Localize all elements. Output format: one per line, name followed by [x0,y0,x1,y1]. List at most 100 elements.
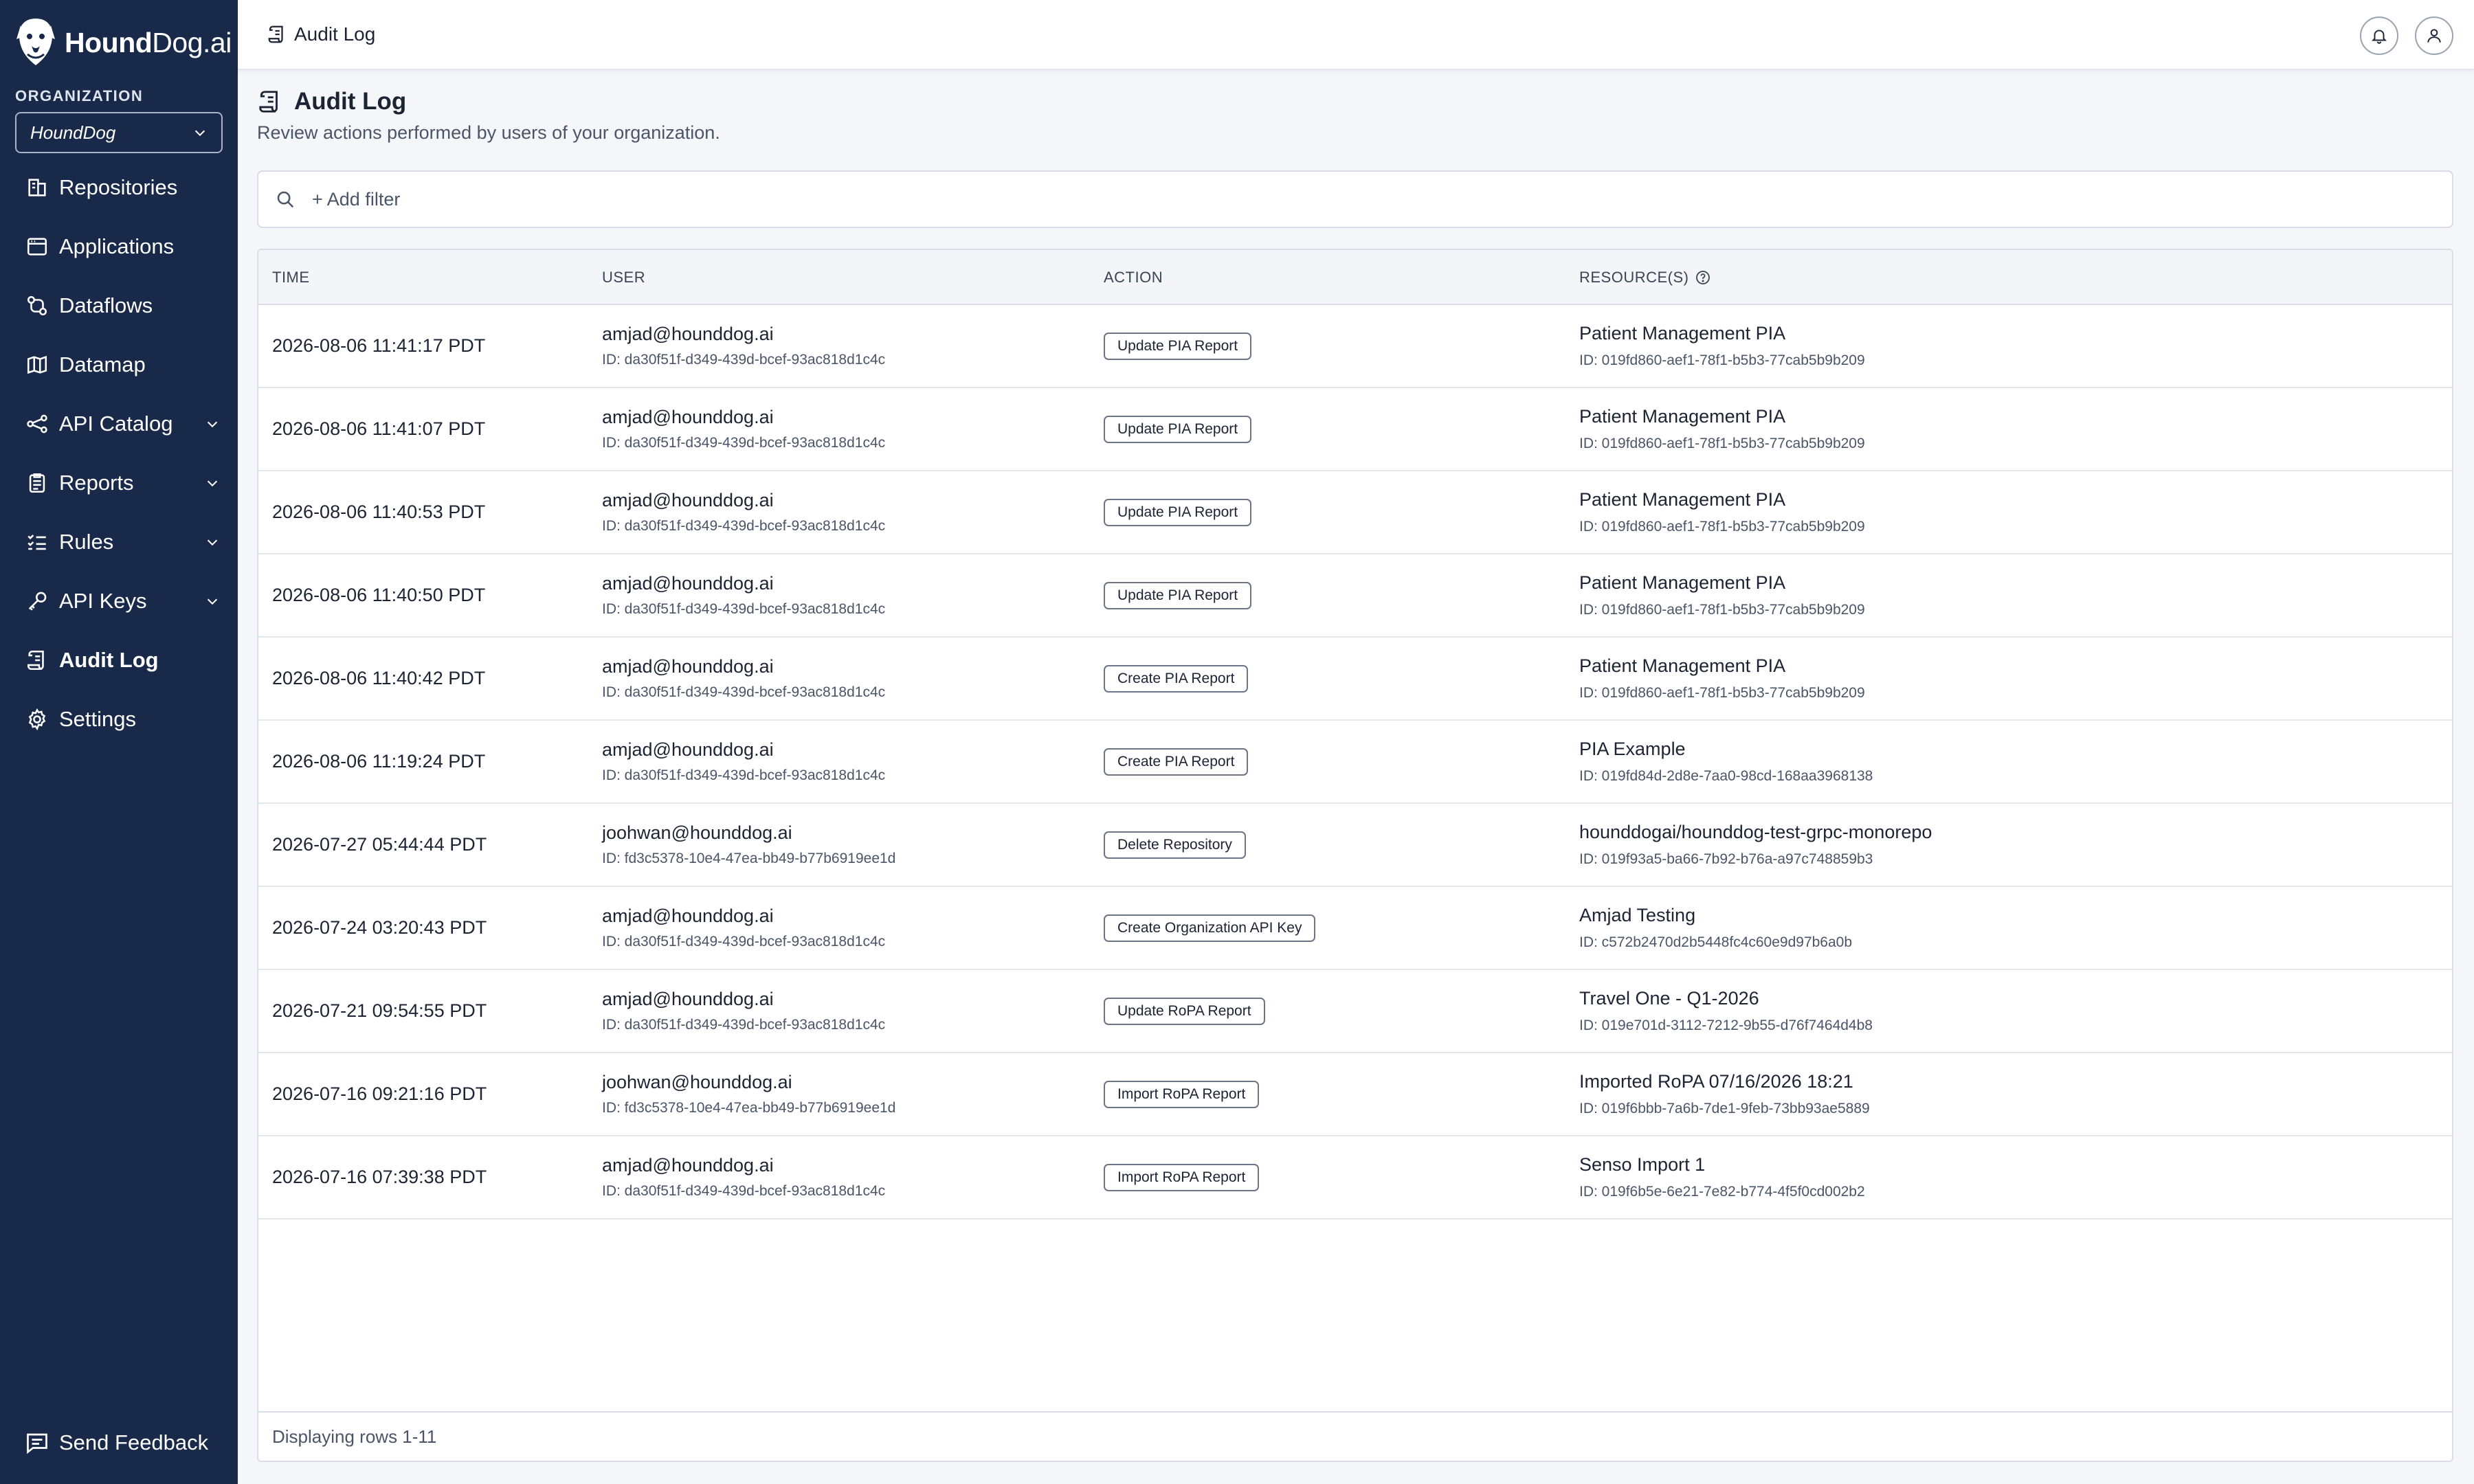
resource-id: ID: c572b2470d2b5448fc4c60e9d97b6a0b [1579,934,1853,950]
dataflow-icon [27,295,47,316]
table-row[interactable]: 2026-07-16 07:39:38 PDT amjad@hounddog.a… [258,1136,2452,1219]
user-email: amjad@hounddog.ai [602,490,774,510]
row-time: 2026-07-16 09:21:16 PDT [272,1083,487,1104]
user-id: ID: da30f51f-d349-439d-bcef-93ac818d1c4c [602,1183,886,1199]
row-user: joohwan@hounddog.ai ID: fd3c5378-10e4-47e… [602,804,895,886]
window-icon [27,238,47,256]
row-resource: Imported RoPA 07/16/2026 18:21 ID: 019f6b… [1579,1053,1870,1135]
sidebar-item-reports[interactable]: Reports [0,453,238,513]
action-badge[interactable]: Create PIA Report [1104,664,1249,693]
page-title-text: Audit Log [294,88,407,115]
gear-icon [28,708,46,731]
user-email: amjad@hounddog.ai [602,739,774,760]
sidebar-item-label: Rules [59,530,114,554]
row-resource: Travel One - Q1-2026 ID: 019e701d-3112-72… [1579,970,1873,1052]
sidebar-item-api-catalog[interactable]: API Catalog [0,394,238,453]
row-action: Create PIA Report [1104,721,1249,802]
send-feedback-label: Send Feedback [59,1430,209,1454]
resource-id: ID: 019f6b5e-6e21-7e82-b774-4f5f0cd002b2 [1579,1184,1865,1200]
table-row[interactable]: 2026-07-21 09:54:55 PDT amjad@hounddog.a… [258,970,2452,1053]
user-id: ID: fd3c5378-10e4-47ea-bb49-b77b6919ee1d [602,1100,896,1116]
sidebar: HoundDog.ai ORGANIZATION HoundDog Reposi… [0,0,238,1484]
table-row[interactable]: 2026-08-06 11:40:50 PDT amjad@hounddog.a… [258,554,2452,638]
user-email: amjad@hounddog.ai [602,324,774,344]
column-header-time[interactable]: TIME [272,250,310,305]
resource-name: Patient Management PIA [1579,572,1786,593]
user-id: ID: da30f51f-d349-439d-bcef-93ac818d1c4c [602,352,886,368]
sidebar-item-datamap[interactable]: Datamap [0,335,238,394]
filter-bar[interactable]: + Add filter [257,170,2453,228]
action-badge[interactable]: Import RoPA Report [1104,1163,1260,1191]
add-filter-placeholder[interactable]: + Add filter [312,189,400,210]
action-badge[interactable]: Update RoPA Report [1104,997,1265,1025]
row-resource: Amjad Testing ID: c572b2470d2b5448fc4c60e… [1579,887,1852,969]
send-feedback-button[interactable]: Send Feedback [25,1422,208,1463]
row-action: Update PIA Report [1104,388,1252,470]
column-header-resources-label: RESOURCE(S) [1579,269,1689,286]
user-id: ID: da30f51f-d349-439d-bcef-93ac818d1c4c [602,767,886,783]
row-resource: hounddogai/hounddog-test-grpc-monorepo ID… [1579,804,1932,886]
row-user: amjad@hounddog.ai ID: da30f51f-d349-439d-… [602,1136,885,1218]
table-row[interactable]: 2026-08-06 11:19:24 PDT amjad@hounddog.a… [258,721,2452,804]
sidebar-item-repositories[interactable]: Repositories [0,158,238,217]
column-header-user[interactable]: USER [602,250,645,305]
notifications-button[interactable] [2360,16,2398,55]
chevron-down-icon [194,130,205,137]
table-row[interactable]: 2026-08-06 11:40:53 PDT amjad@hounddog.a… [258,471,2452,554]
chevron-down-icon [207,598,218,605]
action-badge[interactable]: Delete Repository [1104,831,1246,859]
resource-name: Patient Management PIA [1579,406,1786,427]
row-time: 2026-07-16 07:39:38 PDT [272,1167,487,1187]
organization-label: ORGANIZATION [15,87,144,104]
action-badge[interactable]: Import RoPA Report [1104,1080,1260,1108]
sidebar-item-api-keys[interactable]: API Keys [0,572,238,631]
action-badge[interactable]: Update PIA Report [1104,581,1252,609]
user-email: amjad@hounddog.ai [602,989,774,1009]
resource-name: hounddogai/hounddog-test-grpc-monorepo [1579,822,1932,842]
table-row[interactable]: 2026-08-06 11:40:42 PDT amjad@hounddog.a… [258,638,2452,721]
resource-id: ID: 019fd860-aef1-78f1-b5b3-77cab5b9b209 [1579,352,1865,368]
row-time: 2026-07-24 03:20:43 PDT [272,917,487,938]
sidebar-item-audit-log[interactable]: Audit Log [0,631,238,690]
table-row[interactable]: 2026-08-06 11:41:17 PDT amjad@hounddog.a… [258,305,2452,388]
row-action: Update PIA Report [1104,554,1252,636]
row-user: amjad@hounddog.ai ID: da30f51f-d349-439d-… [602,721,885,802]
user-email: amjad@hounddog.ai [602,906,774,926]
breadcrumb[interactable]: Audit Log [267,23,375,45]
topbar: Audit Log [238,0,2474,70]
sidebar-item-label: Applications [59,234,175,258]
row-user: amjad@hounddog.ai ID: da30f51f-d349-439d-… [602,887,885,969]
resource-name: PIA Example [1579,739,1686,759]
sidebar-item-dataflows[interactable]: Dataflows [0,276,238,335]
action-badge[interactable]: Update PIA Report [1104,415,1252,443]
organization-select[interactable]: HoundDog [15,112,223,153]
resource-id: ID: 019fd860-aef1-78f1-b5b3-77cab5b9b209 [1579,602,1865,618]
map-icon [27,355,47,374]
table-row[interactable]: 2026-07-27 05:44:44 PDT joohwan@hounddog… [258,804,2452,887]
chevron-down-icon [207,539,218,546]
sidebar-item-applications[interactable]: Applications [0,217,238,276]
table-footer: Displaying rows 1-11 [258,1411,2452,1461]
action-badge[interactable]: Create PIA Report [1104,747,1249,776]
action-badge[interactable]: Update PIA Report [1104,332,1252,360]
action-badge[interactable]: Update PIA Report [1104,498,1252,526]
sidebar-item-label: Settings [59,707,137,731]
sidebar-item-rules[interactable]: Rules [0,513,238,572]
sidebar-item-label: Audit Log [59,648,159,672]
user-profile-button[interactable] [2415,16,2453,55]
checklist-icon [27,535,46,550]
column-header-resources[interactable]: RESOURCE(S) [1579,250,1711,305]
sidebar-item-settings[interactable]: Settings [0,690,238,749]
row-resource: Patient Management PIA ID: 019fd860-aef1-… [1579,305,1865,387]
row-resource: Patient Management PIA ID: 019fd860-aef1-… [1579,554,1865,636]
brand-logo[interactable]: HoundDog.ai [15,15,232,70]
help-circle-icon[interactable] [1695,269,1711,286]
row-user: amjad@hounddog.ai ID: da30f51f-d349-439d-… [602,970,885,1052]
user-email: joohwan@hounddog.ai [602,822,792,843]
row-time: 2026-07-21 09:54:55 PDT [272,1000,487,1021]
table-row[interactable]: 2026-08-06 11:41:07 PDT amjad@hounddog.a… [258,388,2452,471]
action-badge[interactable]: Create Organization API Key [1104,914,1316,942]
table-row[interactable]: 2026-07-24 03:20:43 PDT amjad@hounddog.a… [258,887,2452,970]
column-header-action[interactable]: ACTION [1104,250,1163,305]
table-row[interactable]: 2026-07-16 09:21:16 PDT joohwan@hounddog… [258,1053,2452,1136]
